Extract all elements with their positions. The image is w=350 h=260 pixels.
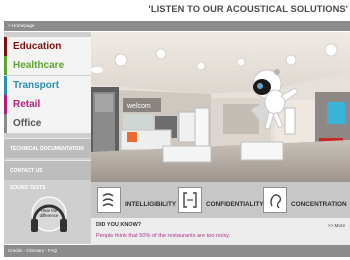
sound-waves-icon [97, 187, 121, 213]
features-bar: INTELLIGIBILITY CONFIDENTIALITY CONCENTR… [91, 182, 350, 218]
nav-education[interactable]: Education [4, 37, 91, 56]
slogan: 'LISTEN TO OUR ACOUSTICAL SOLUTIONS' [148, 4, 348, 14]
feature-intelligibility[interactable]: INTELLIGIBILITY [97, 187, 177, 213]
feature-confidentiality-label: CONFIDENTIALITY [206, 201, 264, 208]
more-link[interactable]: >> More [328, 223, 345, 228]
feature-intelligibility-label: INTELLIGIBILITY [125, 201, 177, 208]
sound-tests-label: SOUND TESTS [10, 185, 46, 191]
feature-confidentiality[interactable]: CONFIDENTIALITY [178, 187, 264, 213]
store-sign: welcom [126, 103, 151, 110]
ear-icon [263, 187, 287, 213]
feature-concentration[interactable]: CONCENTRATION [263, 187, 348, 213]
feature-concentration-label: CONCENTRATION [291, 201, 347, 208]
did-you-know-title: DID YOU KNOW? [96, 222, 142, 228]
headphones-icon: Hear the difference [31, 196, 67, 232]
footer-links[interactable]: Credits - Glossary - FAQ [4, 248, 57, 253]
privacy-bracket-icon [178, 187, 202, 213]
did-you-know-panel: DID YOU KNOW? >> More People think that … [91, 218, 350, 245]
hero-image: welcom [91, 32, 350, 182]
nav-healthcare[interactable]: Healthcare [4, 56, 91, 75]
nav-transport[interactable]: Transport [4, 76, 91, 95]
contact-us-link[interactable]: CONTACT US [4, 160, 91, 180]
sidebar: Education Healthcare Transport Retail Of… [4, 32, 91, 244]
nav-office[interactable]: Office [4, 114, 91, 133]
breadcrumb-bar: > Homepage [4, 21, 350, 31]
hear-the-difference-button[interactable]: Hear the difference [29, 194, 69, 238]
did-you-know-fact: People think that 50% of the restaurants… [96, 233, 231, 239]
breadcrumb-homepage[interactable]: > Homepage [4, 23, 34, 28]
footer-bar: Credits - Glossary - FAQ [4, 245, 350, 257]
nav-retail[interactable]: Retail [4, 95, 91, 114]
hear-label-line2: difference [40, 213, 59, 218]
technical-documentation-link[interactable]: TECHNICAL DOCUMENTATION [4, 138, 91, 158]
